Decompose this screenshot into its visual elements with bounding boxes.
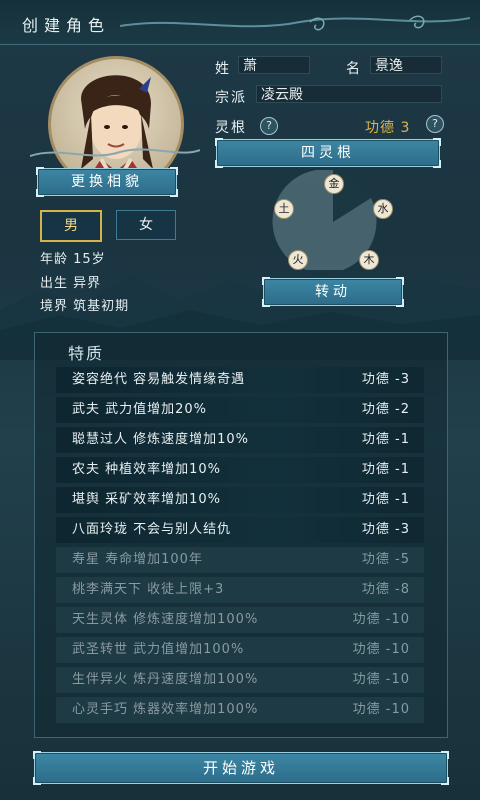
merit-help-icon[interactable]: ? — [426, 115, 444, 133]
given-name-field[interactable]: 景逸 — [370, 56, 442, 74]
traits-title: 特质 — [68, 344, 105, 363]
element-wood-icon: 木 — [359, 250, 379, 270]
trait-description: 武夫 武力值增加20% — [72, 402, 208, 417]
gender-male-button[interactable]: 男 — [40, 210, 102, 242]
trait-row[interactable]: 天生灵体 修炼速度增加100% 功德 -10 — [56, 607, 424, 633]
trait-merit-cost: 功德 -10 — [352, 702, 410, 717]
sect-label: 宗派 — [215, 90, 247, 106]
realm-text: 境界 筑基初期 — [40, 299, 130, 314]
trait-description: 寿星 寿命增加100年 — [72, 552, 203, 567]
trait-description: 心灵手巧 炼器效率增加100% — [72, 702, 259, 717]
element-earth-icon: 土 — [274, 199, 294, 219]
page-title: 创建角色 — [22, 16, 111, 35]
trait-row[interactable]: 姿容绝代 容易触发情缘奇遇 功德 -3 — [56, 367, 424, 393]
trait-description: 堪舆 采矿效率增加10% — [72, 492, 222, 507]
trait-row[interactable]: 桃李满天下 收徒上限+3 功德 -8 — [56, 577, 424, 603]
given-name-label: 名 — [346, 61, 362, 77]
trait-merit-cost: 功德 -1 — [361, 492, 410, 507]
cloud-ornament — [120, 15, 470, 31]
trait-row[interactable]: 八面玲珑 不会与别人结仇 功德 -3 — [56, 517, 424, 543]
trait-merit-cost: 功德 -10 — [352, 672, 410, 687]
change-appearance-button[interactable]: 更换相貌 — [36, 167, 178, 197]
trait-description: 天生灵体 修炼速度增加100% — [72, 612, 259, 627]
trait-description: 桃李满天下 收徒上限+3 — [72, 582, 225, 597]
header-bar: 创建角色 — [0, 0, 480, 45]
trait-merit-cost: 功德 -10 — [352, 612, 410, 627]
trait-row[interactable]: 寿星 寿命增加100年 功德 -5 — [56, 547, 424, 573]
start-game-button[interactable]: 开始游戏 — [33, 751, 449, 785]
spirit-root-label: 灵根 — [215, 120, 247, 136]
trait-description: 八面玲珑 不会与别人结仇 — [72, 522, 232, 537]
age-text: 年龄 15岁 — [40, 252, 106, 267]
gender-female-button[interactable]: 女 — [116, 210, 176, 240]
element-fire-icon: 火 — [288, 250, 308, 270]
spirit-root-help-icon[interactable]: ? — [260, 117, 278, 135]
merit-points: 功德 3 — [365, 120, 411, 136]
start-game-label: 开始游戏 — [202, 759, 279, 777]
surname-field[interactable]: 萧 — [238, 56, 310, 74]
change-appearance-label: 更换相貌 — [71, 174, 143, 190]
trait-description: 农夫 种植效率增加10% — [72, 462, 222, 477]
trait-merit-cost: 功德 -5 — [361, 552, 410, 567]
spirit-root-type-label: 四灵根 — [301, 145, 355, 161]
trait-row[interactable]: 武夫 武力值增加20% 功德 -2 — [56, 397, 424, 423]
trait-merit-cost: 功德 -3 — [361, 522, 410, 537]
trait-merit-cost: 功德 -1 — [361, 432, 410, 447]
cloud-ornament-avatar — [30, 148, 200, 157]
element-metal-icon: 金 — [324, 174, 344, 194]
surname-label: 姓 — [215, 61, 231, 77]
birth-text: 出生 异界 — [40, 276, 102, 291]
trait-row[interactable]: 武圣转世 武力值增加100% 功德 -10 — [56, 637, 424, 663]
element-water-icon: 水 — [373, 199, 393, 219]
trait-merit-cost: 功德 -2 — [361, 402, 410, 417]
spin-button[interactable]: 转动 — [262, 277, 404, 307]
trait-row[interactable]: 农夫 种植效率增加10% 功德 -1 — [56, 457, 424, 483]
sect-field[interactable]: 凌云殿 — [256, 85, 442, 103]
spirit-root-type-button[interactable]: 四灵根 — [215, 138, 441, 168]
trait-description: 生伴异火 炼丹速度增加100% — [72, 672, 259, 687]
trait-description: 姿容绝代 容易触发情缘奇遇 — [72, 372, 246, 387]
trait-description: 武圣转世 武力值增加100% — [72, 642, 245, 657]
trait-description: 聪慧过人 修炼速度增加10% — [72, 432, 250, 447]
trait-merit-cost: 功德 -10 — [352, 642, 410, 657]
trait-merit-cost: 功德 -8 — [361, 582, 410, 597]
trait-merit-cost: 功德 -1 — [361, 462, 410, 477]
trait-row[interactable]: 聪慧过人 修炼速度增加10% 功德 -1 — [56, 427, 424, 453]
spin-button-label: 转动 — [315, 284, 351, 300]
trait-row[interactable]: 生伴异火 炼丹速度增加100% 功德 -10 — [56, 667, 424, 693]
trait-row[interactable]: 堪舆 采矿效率增加10% 功德 -1 — [56, 487, 424, 513]
trait-row[interactable]: 心灵手巧 炼器效率增加100% 功德 -10 — [56, 697, 424, 723]
trait-merit-cost: 功德 -3 — [361, 372, 410, 387]
